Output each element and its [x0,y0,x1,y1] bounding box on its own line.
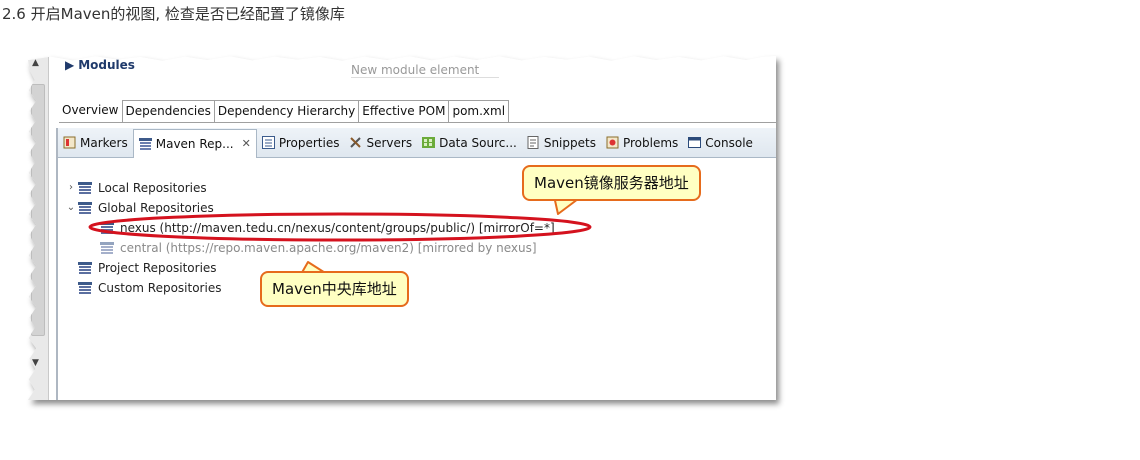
pointer-joint-overlay [302,195,580,277]
